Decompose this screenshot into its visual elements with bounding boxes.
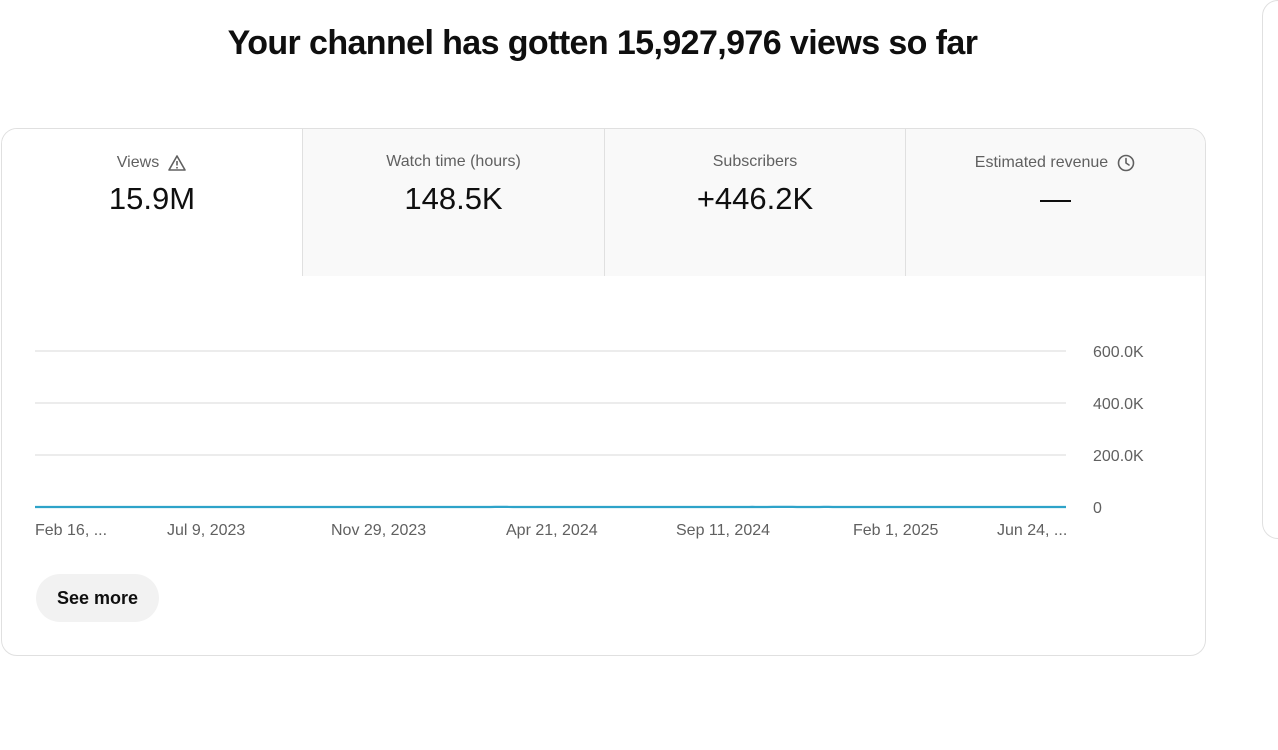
tab-views[interactable]: Views 15.9M (2, 129, 303, 276)
tab-views-label: Views (116, 154, 160, 171)
x-tick-label: Feb 1, 2025 (853, 522, 939, 539)
tab-estimated-revenue-label: Estimated revenue (974, 154, 1109, 171)
tab-estimated-revenue[interactable]: Estimated revenue — (906, 129, 1205, 276)
tab-subscribers[interactable]: Subscribers +446.2K (605, 129, 906, 276)
views-chart: 0 200.0K 400.0K 600.0K Feb 16, ... Jul 9, 202… (35, 344, 1144, 539)
analytics-card: Views 15.9M Watch time (hours) 148.5K Su… (1, 128, 1206, 656)
x-tick-label: Apr 21, 2024 (506, 522, 598, 539)
see-more-button[interactable]: See more (36, 574, 160, 622)
warning-icon (168, 155, 186, 171)
tab-watch-time-label: Watch time (hours) (386, 153, 521, 170)
side-panel-edge (1262, 0, 1278, 539)
x-tick-label: Feb 16, ... (35, 522, 107, 539)
y-tick-label: 200.0K (1093, 448, 1144, 465)
x-tick-label: Jun 24, ... (997, 522, 1067, 539)
page-title: Your channel has gotten 15,927,976 views… (227, 24, 978, 62)
x-tick-label: Jul 9, 2023 (167, 522, 245, 539)
metric-tabs: Views 15.9M Watch time (hours) 148.5K Su… (2, 129, 1205, 276)
x-tick-label: Nov 29, 2023 (331, 522, 426, 539)
tab-estimated-revenue-value: — (1040, 181, 1071, 216)
x-tick-label: Sep 11, 2024 (676, 522, 770, 539)
tab-watch-time[interactable]: Watch time (hours) 148.5K (303, 129, 605, 276)
tab-subscribers-value: +446.2K (696, 181, 814, 216)
y-tick-label: 400.0K (1093, 396, 1144, 413)
tab-subscribers-label: Subscribers (712, 153, 798, 170)
y-tick-label: 0 (1093, 500, 1102, 517)
y-tick-label: 600.0K (1093, 344, 1144, 361)
tab-watch-time-value: 148.5K (404, 181, 503, 216)
clock-icon (1117, 154, 1135, 172)
tab-views-value: 15.9M (108, 181, 196, 216)
